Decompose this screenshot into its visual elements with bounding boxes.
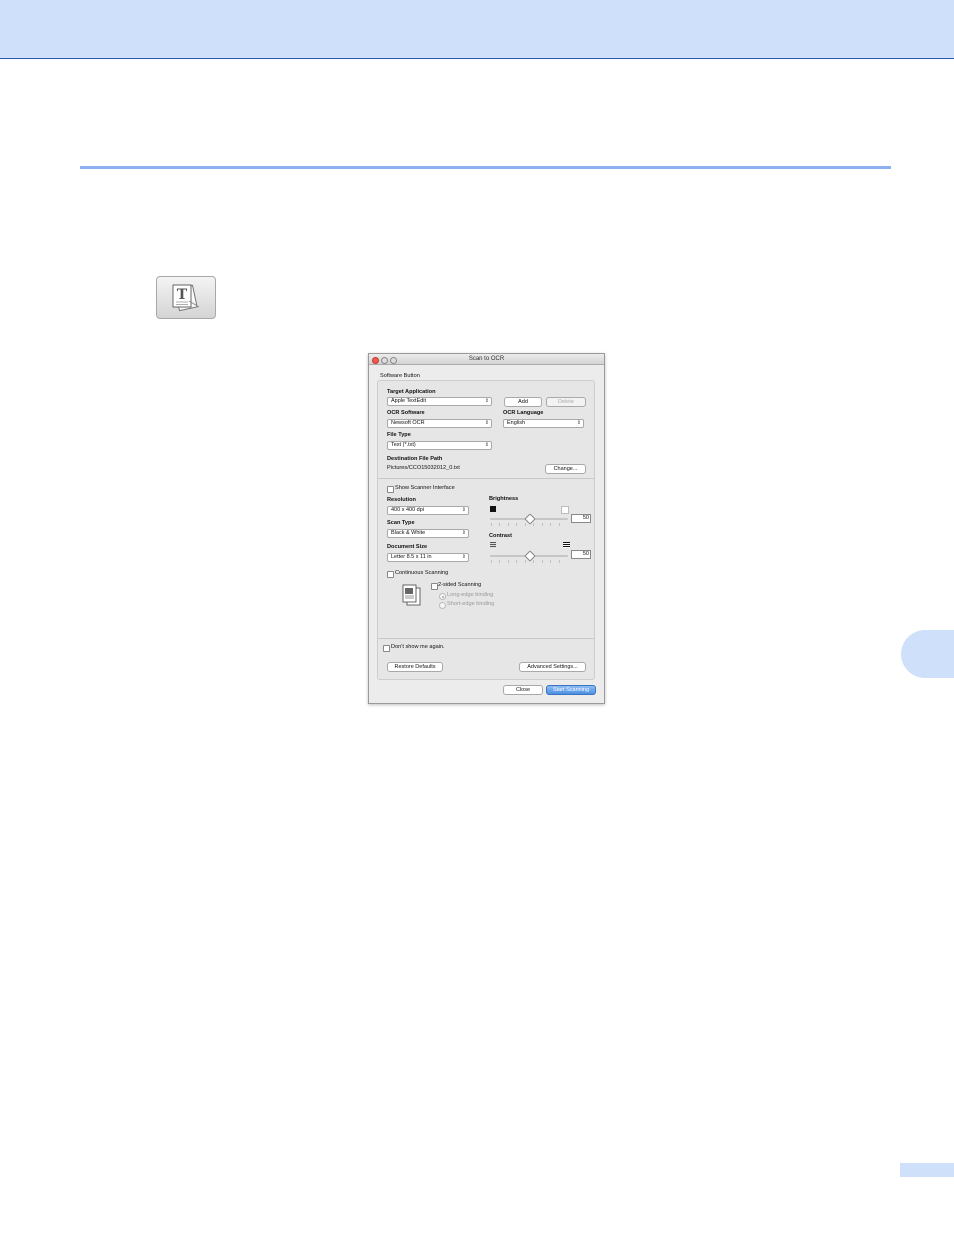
select-arrow-icon: ⇕ (576, 420, 581, 426)
contrast-label: Contrast (489, 533, 512, 539)
select-arrow-icon: ⇕ (484, 398, 489, 404)
section-label: Software Button (380, 373, 420, 379)
continuous-scanning-label: Continuous Scanning (395, 570, 449, 576)
add-button[interactable]: Add (504, 397, 542, 407)
file-type-select[interactable]: Text (*.txt) ⇕ (387, 441, 492, 450)
document-size-label: Document Size (387, 544, 428, 550)
ocr-document-icon: T (172, 284, 200, 312)
two-sided-scanning-label: 2-sided Scanning (438, 582, 482, 588)
page-number-tab (900, 1163, 954, 1177)
window-title: Scan to OCR (468, 356, 505, 362)
duplex-document-icon (402, 584, 421, 606)
brightness-dark-icon (490, 506, 496, 512)
header-band (0, 0, 954, 59)
chapter-tab (901, 630, 954, 678)
restore-defaults-button[interactable]: Restore Defaults (387, 662, 443, 672)
dont-show-label: Don't show me again. (391, 644, 445, 650)
select-arrow-icon: ⇕ (461, 530, 466, 536)
document-size-select[interactable]: Letter 8.5 x 11 in ⇕ (387, 553, 469, 562)
continuous-scanning-checkbox[interactable] (387, 571, 394, 578)
destination-path: Pictures/CCO15032012_0.txt (387, 465, 460, 471)
title-bar: Scan to OCR (369, 354, 604, 365)
contrast-low-icon (490, 542, 496, 548)
brightness-ticks (491, 523, 567, 526)
ocr-software-select[interactable]: Newsoft OCR ⇕ (387, 419, 492, 428)
contrast-ticks (491, 560, 567, 563)
target-application-label: Target Application (387, 389, 436, 395)
select-arrow-icon: ⇕ (484, 420, 489, 426)
start-scanning-button[interactable]: Start Scanning (546, 685, 596, 695)
divider (378, 478, 594, 479)
close-button[interactable]: Close (503, 685, 543, 695)
brightness-light-icon (561, 506, 569, 514)
resolution-select[interactable]: 400 x 400 dpi ⇕ (387, 506, 469, 515)
scan-type-label: Scan Type (387, 520, 415, 526)
long-edge-radio[interactable] (439, 593, 446, 600)
ocr-language-label: OCR Language (503, 410, 544, 416)
section-rule (80, 166, 891, 169)
destination-label: Destination File Path (387, 456, 443, 462)
brightness-label: Brightness (489, 496, 519, 502)
advanced-settings-button[interactable]: Advanced Settings... (519, 662, 586, 672)
select-arrow-icon: ⇕ (484, 442, 489, 448)
ocr-software-label: OCR Software (387, 410, 425, 416)
select-arrow-icon: ⇕ (461, 507, 466, 513)
target-application-select[interactable]: Apple TextEdit ⇕ (387, 397, 492, 406)
ocr-language-select[interactable]: English ⇕ (503, 419, 584, 428)
short-edge-radio[interactable] (439, 602, 446, 609)
short-edge-label: Short-edge binding (447, 601, 495, 607)
select-arrow-icon: ⇕ (461, 554, 466, 560)
ocr-button[interactable]: T (156, 276, 216, 319)
contrast-high-icon (563, 542, 570, 548)
scan-to-ocr-dialog: Scan to OCR Software Button Target Appli… (368, 353, 605, 704)
show-scanner-interface-checkbox[interactable] (387, 486, 394, 493)
long-edge-label: Long-edge binding (447, 592, 494, 598)
resolution-label: Resolution (387, 497, 416, 503)
svg-text:T: T (177, 287, 188, 303)
file-type-label: File Type (387, 432, 411, 438)
brightness-value[interactable]: 50 (571, 514, 591, 523)
scan-type-select[interactable]: Black & White ⇕ (387, 529, 469, 538)
two-sided-scanning-checkbox[interactable] (431, 583, 438, 590)
contrast-value[interactable]: 50 (571, 550, 591, 559)
divider (378, 638, 594, 639)
change-button[interactable]: Change... (545, 464, 586, 474)
dont-show-checkbox[interactable] (383, 645, 390, 652)
delete-button[interactable]: Delete (546, 397, 586, 407)
show-scanner-interface-label: Show Scanner Interface (395, 485, 455, 491)
